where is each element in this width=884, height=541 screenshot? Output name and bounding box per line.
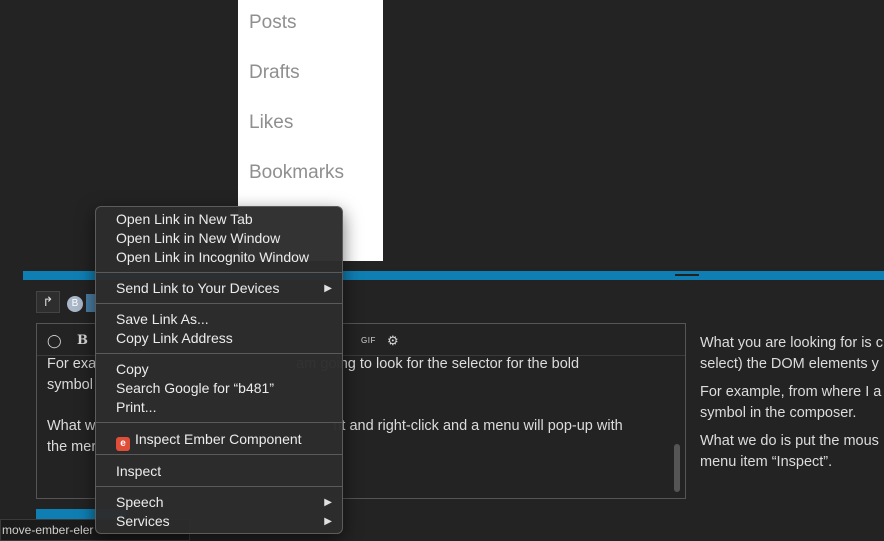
preview-line: For example, from where I a: [700, 384, 882, 400]
preview-line: What you are looking for is c: [700, 335, 883, 351]
menu-separator: [96, 454, 342, 455]
chevron-right-icon: ▶: [324, 497, 332, 508]
menu-item-label: Send Link to Your Devices: [116, 280, 280, 296]
user-menu-item-bookmarks[interactable]: Bookmarks: [249, 162, 344, 184]
chevron-right-icon: ▶: [324, 516, 332, 527]
menu-separator: [96, 303, 342, 304]
menu-item-open-link-incognito[interactable]: Open Link in Incognito Window: [116, 248, 332, 267]
gif-button[interactable]: GIF: [361, 336, 376, 345]
menu-item-label: Open Link in Incognito Window: [116, 249, 309, 265]
user-menu-item-posts[interactable]: Posts: [249, 12, 297, 34]
menu-item-copy-link-address[interactable]: Copy Link Address: [116, 329, 332, 348]
composer-preview: What you are looking for is c select) the…: [700, 333, 884, 480]
avatar: B: [67, 296, 83, 312]
menu-item-services[interactable]: Services ▶: [116, 512, 332, 531]
editor-line: nt and right-click and a menu will pop-u…: [333, 418, 623, 434]
menu-item-speech[interactable]: Speech ▶: [116, 493, 332, 512]
editor-scrollbar[interactable]: [674, 444, 680, 492]
menu-item-send-link-to-devices[interactable]: Send Link to Your Devices ▶: [116, 279, 332, 298]
user-menu-item-drafts[interactable]: Drafts: [249, 62, 300, 84]
preview-line: select) the DOM elements y: [700, 356, 879, 372]
menu-separator: [96, 353, 342, 354]
menu-item-label: Inspect: [116, 463, 162, 479]
preview-line: What we do is put the mous: [700, 433, 879, 449]
menu-item-label: Speech: [116, 494, 164, 510]
menu-item-label: Print...: [116, 399, 157, 415]
menu-item-print[interactable]: Print...: [116, 398, 332, 417]
menu-item-label: Open Link in New Window: [116, 230, 281, 246]
composer-resize-grip[interactable]: [675, 274, 699, 276]
quote-icon[interactable]: ◯: [47, 333, 62, 349]
menu-separator: [96, 272, 342, 273]
menu-separator: [96, 486, 342, 487]
menu-item-label: Copy Link Address: [116, 330, 233, 346]
menu-item-label: Services: [116, 513, 170, 529]
reply-to-icon[interactable]: ↱: [36, 291, 60, 313]
editor-line: What w: [47, 418, 96, 434]
preview-line: menu item “Inspect”.: [700, 454, 833, 470]
menu-item-inspect-ember-component[interactable]: e Inspect Ember Component: [116, 430, 332, 451]
user-menu-item-likes[interactable]: Likes: [249, 112, 293, 134]
context-menu: Open Link in New Tab Open Link in New Wi…: [95, 206, 343, 534]
preview-line: symbol in the composer.: [700, 405, 857, 421]
gear-icon[interactable]: ⚙: [387, 333, 399, 349]
bold-button[interactable]: B: [77, 333, 88, 348]
menu-separator: [96, 422, 342, 423]
menu-item-label: Inspect Ember Component: [135, 431, 302, 447]
editor-line: the mer: [47, 439, 97, 455]
menu-item-label: Copy: [116, 361, 149, 377]
menu-item-open-link-new-tab[interactable]: Open Link in New Tab: [116, 210, 332, 229]
menu-item-label: Open Link in New Tab: [116, 211, 253, 227]
ember-icon: e: [116, 437, 130, 451]
menu-item-label: Save Link As...: [116, 311, 209, 327]
menu-item-search-google[interactable]: Search Google for “b481”: [116, 379, 332, 398]
menu-item-label: Search Google for “b481”: [116, 380, 274, 396]
chevron-right-icon: ▶: [324, 283, 332, 294]
menu-item-save-link-as[interactable]: Save Link As...: [116, 310, 332, 329]
menu-item-open-link-new-window[interactable]: Open Link in New Window: [116, 229, 332, 248]
editor-line: For exa: [47, 356, 97, 372]
editor-line: symbol: [47, 377, 93, 393]
menu-item-copy[interactable]: Copy: [116, 360, 332, 379]
menu-item-inspect[interactable]: Inspect: [116, 462, 332, 481]
